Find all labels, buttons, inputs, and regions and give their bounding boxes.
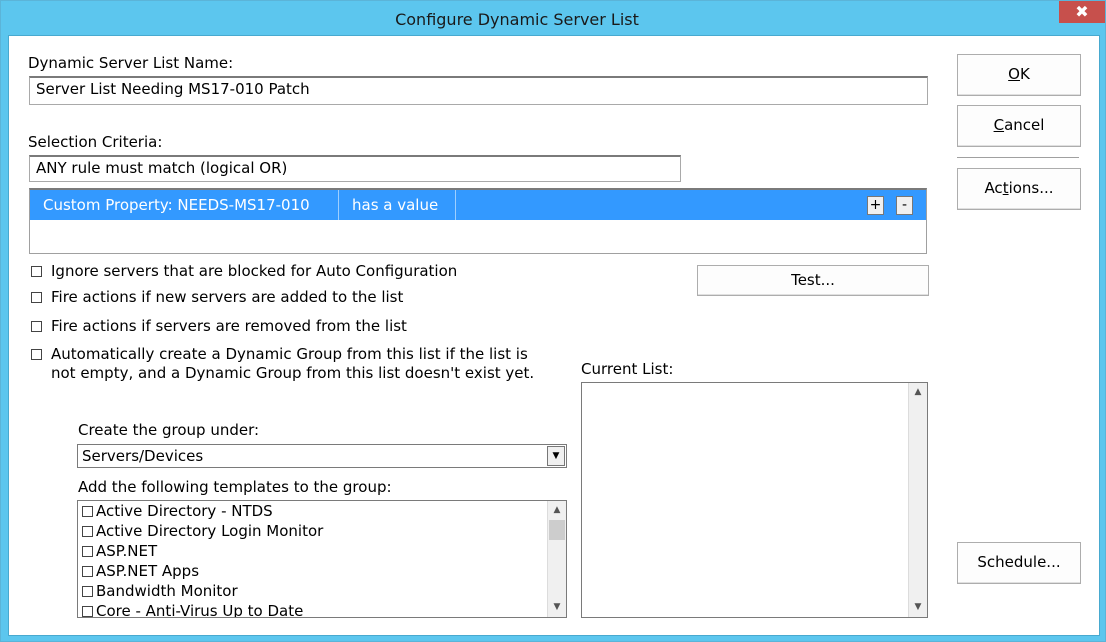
list-item[interactable]: ASP.NET	[82, 542, 157, 560]
auto-create-group-label-line1: Automatically create a Dynamic Group fro…	[51, 345, 528, 363]
rule-row[interactable]: Custom Property: NEEDS-MS17-010 has a va…	[30, 190, 926, 220]
list-item[interactable]: Active Directory - NTDS	[82, 502, 273, 520]
template-checkbox[interactable]	[82, 526, 93, 537]
selection-criteria-label: Selection Criteria:	[28, 133, 163, 151]
templates-label: Add the following templates to the group…	[78, 478, 392, 496]
fire-removed-checkbox[interactable]	[31, 321, 42, 332]
template-checkbox[interactable]	[82, 506, 93, 517]
create-group-under-label: Create the group under:	[78, 421, 260, 439]
test-button[interactable]: Test...	[697, 265, 929, 296]
criteria-mode-field[interactable]: ANY rule must match (logical OR)	[29, 155, 681, 182]
template-checkbox[interactable]	[82, 566, 93, 577]
cancel-hotkey: C	[993, 116, 1005, 134]
scroll-thumb[interactable]	[549, 520, 565, 540]
template-label: ASP.NET	[96, 542, 158, 560]
template-checkbox[interactable]	[82, 546, 93, 557]
ok-hotkey: O	[1008, 65, 1020, 83]
rules-grid[interactable]: Custom Property: NEEDS-MS17-010 has a va…	[29, 188, 927, 254]
template-checkbox[interactable]	[82, 606, 93, 617]
list-item[interactable]: Active Directory Login Monitor	[82, 522, 323, 540]
close-icon[interactable]: ✖	[1059, 1, 1105, 23]
dialog-window: Configure Dynamic Server List ✖ Dynamic …	[0, 0, 1106, 642]
actions-button[interactable]: Actions...	[957, 168, 1081, 210]
scroll-up-icon[interactable]: ▲	[910, 384, 926, 401]
dropdown-arrow-icon[interactable]: ▼	[547, 446, 565, 466]
group-parent-select[interactable]: Servers/Devices ▼	[77, 444, 567, 468]
template-label: ASP.NET Apps	[96, 562, 200, 580]
template-label: Core - Anti-Virus Up to Date	[96, 602, 304, 618]
templates-scrollbar[interactable]: ▲ ▼	[547, 501, 566, 617]
list-item[interactable]: Core - Anti-Virus Up to Date	[82, 602, 304, 618]
scroll-up-icon[interactable]: ▲	[549, 502, 565, 519]
list-item[interactable]: Bandwidth Monitor	[82, 582, 238, 600]
current-list-label: Current List:	[581, 360, 674, 378]
fire-removed-label: Fire actions if servers are removed from…	[51, 317, 407, 335]
list-name-label: Dynamic Server List Name:	[28, 54, 234, 72]
title-bar[interactable]: Configure Dynamic Server List ✖	[1, 1, 1105, 35]
ignore-blocked-checkbox[interactable]	[31, 266, 42, 277]
ok-label-rest: K	[1019, 65, 1030, 83]
scroll-down-icon[interactable]: ▼	[549, 599, 565, 616]
window-title: Configure Dynamic Server List	[395, 10, 639, 29]
auto-create-group-label-line2: not empty, and a Dynamic Group from this…	[51, 364, 535, 382]
button-separator	[957, 157, 1079, 158]
rule-condition-cell[interactable]: has a value	[339, 190, 456, 220]
ignore-blocked-label: Ignore servers that are blocked for Auto…	[51, 262, 458, 280]
template-label: Bandwidth Monitor	[96, 582, 238, 600]
list-name-input[interactable]: Server List Needing MS17-010 Patch	[29, 76, 928, 105]
cancel-label-rest: ancel	[1004, 116, 1045, 134]
add-rule-button[interactable]: +	[867, 196, 884, 215]
actions-label-rest: ions...	[1008, 179, 1054, 197]
cancel-button[interactable]: Cancel	[957, 105, 1081, 147]
group-parent-value: Servers/Devices	[82, 447, 204, 465]
fire-added-checkbox[interactable]	[31, 292, 42, 303]
schedule-button[interactable]: Schedule...	[957, 542, 1081, 584]
list-item[interactable]: ASP.NET Apps	[82, 562, 199, 580]
template-checkbox[interactable]	[82, 586, 93, 597]
actions-label-pre: Ac	[984, 179, 1003, 197]
current-list-scrollbar[interactable]: ▲ ▼	[908, 383, 927, 617]
templates-list[interactable]: Active Directory - NTDS Active Directory…	[77, 500, 567, 618]
ok-button[interactable]: OK	[957, 54, 1081, 96]
template-label: Active Directory - NTDS	[96, 502, 273, 520]
current-list-box[interactable]: ▲ ▼	[581, 382, 928, 618]
scroll-down-icon[interactable]: ▼	[910, 599, 926, 616]
dialog-content: Dynamic Server List Name: Server List Ne…	[8, 35, 1100, 636]
template-label: Active Directory Login Monitor	[96, 522, 324, 540]
fire-added-label: Fire actions if new servers are added to…	[51, 288, 404, 306]
auto-create-group-checkbox[interactable]	[31, 349, 42, 360]
rule-property-cell[interactable]: Custom Property: NEEDS-MS17-010	[30, 190, 339, 220]
remove-rule-button[interactable]: -	[896, 196, 913, 215]
